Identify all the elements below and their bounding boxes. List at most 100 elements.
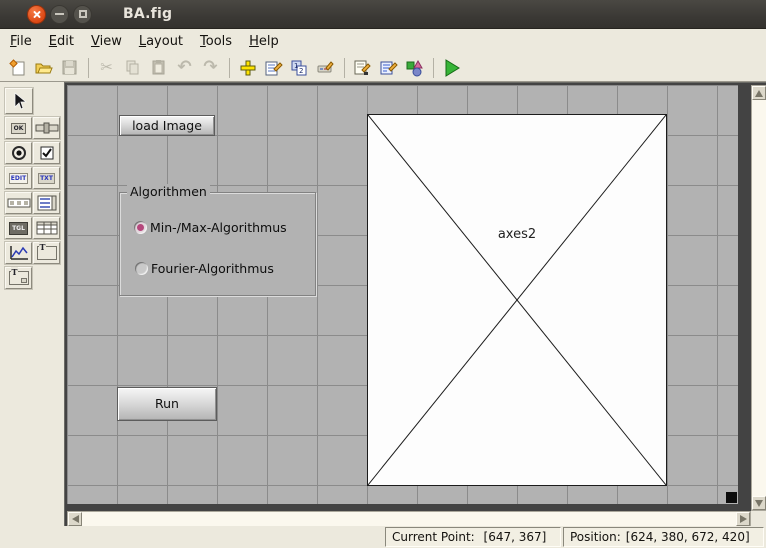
copy-button[interactable] (120, 56, 145, 80)
current-point-box: Current Point: [647, 367] (385, 527, 561, 547)
object-browser-button[interactable] (402, 56, 427, 80)
m-file-editor-button[interactable] (350, 56, 375, 80)
new-icon (9, 59, 27, 77)
save-figure-button[interactable] (57, 56, 82, 80)
copy-icon (124, 59, 141, 76)
select-arrow-icon (10, 91, 28, 111)
position-box: Position: [624, 380, 672, 420] (563, 527, 764, 547)
arrow-right-icon (740, 515, 747, 523)
menu-file[interactable]: File (10, 34, 32, 49)
arrow-up-icon (755, 90, 763, 97)
slider-icon (35, 121, 59, 135)
redo-icon: ↷ (203, 59, 217, 76)
radio-unselected-icon[interactable] (135, 262, 148, 275)
algorithms-panel[interactable]: Algorithmen Min-/Max-Algorithmus Fourier… (119, 192, 316, 296)
scrollbar-corner (751, 511, 766, 527)
palette-toggle-button[interactable]: TGL (5, 217, 32, 239)
toolbar-separator (433, 58, 434, 78)
figure-resize-handle[interactable] (726, 492, 737, 503)
palette-slider[interactable] (33, 117, 60, 139)
paste-icon (150, 59, 167, 76)
axes-cross-icon (368, 115, 666, 485)
current-point-label: Current Point: (392, 530, 479, 544)
paste-button[interactable] (146, 56, 171, 80)
scroll-down-button[interactable] (752, 496, 766, 510)
run-button[interactable] (439, 56, 464, 80)
toggle-button-icon: TGL (9, 222, 28, 235)
axes-label: axes2 (368, 227, 666, 242)
minimize-icon (55, 13, 64, 15)
maximize-icon (79, 10, 87, 18)
svg-text:1: 1 (294, 62, 298, 70)
window-title: BA.fig (123, 6, 172, 22)
horizontal-scrollbar[interactable] (67, 511, 751, 527)
check-box-icon (38, 144, 56, 162)
palette-check-box[interactable] (33, 142, 60, 164)
palette-edit-text[interactable]: EDIT (5, 167, 32, 189)
scroll-left-button[interactable] (68, 512, 82, 526)
menubar: File Edit View Layout Tools Help (0, 29, 766, 54)
load-image-button[interactable]: load Image (119, 115, 215, 136)
menu-help[interactable]: Help (249, 34, 279, 49)
menu-editor-icon (264, 59, 283, 77)
undo-button[interactable]: ↶ (172, 56, 197, 80)
undo-icon: ↶ (177, 59, 191, 76)
palette-button-group[interactable]: T (5, 267, 32, 289)
radio-fourier[interactable]: Fourier-Algorithmus (135, 261, 274, 276)
position-value: [624, 380, 672, 420] (626, 530, 750, 544)
position-label: Position: (570, 530, 621, 544)
menu-tools[interactable]: Tools (200, 34, 232, 49)
cut-icon: ✂ (100, 60, 113, 75)
menu-edit[interactable]: Edit (49, 34, 74, 49)
property-inspector-button[interactable] (376, 56, 401, 80)
tab-order-editor-button[interactable]: 12 (287, 56, 312, 80)
redo-button[interactable]: ↷ (198, 56, 223, 80)
palette-panel[interactable]: T (33, 242, 60, 264)
palette-radio-button[interactable] (5, 142, 32, 164)
open-figure-button[interactable] (31, 56, 56, 80)
axes2-placeholder[interactable]: axes2 (367, 114, 667, 486)
menu-view[interactable]: View (91, 34, 122, 49)
svg-text:2: 2 (299, 67, 303, 75)
scroll-up-button[interactable] (752, 86, 766, 100)
close-button[interactable] (27, 5, 46, 24)
vertical-scrollbar[interactable] (751, 85, 766, 511)
m-file-editor-icon (353, 59, 372, 77)
edit-text-icon: EDIT (9, 173, 28, 184)
cut-button[interactable]: ✂ (94, 56, 119, 80)
pop-up-menu-icon (7, 196, 31, 210)
radio-minmax[interactable]: Min-/Max-Algorithmus (134, 220, 287, 235)
menu-editor-button[interactable] (261, 56, 286, 80)
minimize-button[interactable] (50, 5, 69, 24)
toolbar-separator (344, 58, 345, 78)
close-icon (32, 10, 41, 19)
palette-static-text[interactable]: TXT (33, 167, 60, 189)
layout-area: load Image Algorithmen Min-/Max-Algorith… (64, 82, 766, 526)
titlebar: BA.fig (0, 0, 766, 29)
statusbar: Current Point: [647, 367] Position: [624… (0, 526, 766, 548)
save-icon (61, 59, 78, 76)
button-group-icon: T (9, 271, 29, 285)
listbox-icon (36, 194, 58, 212)
palette-push-button[interactable]: OK (5, 117, 32, 139)
palette-pop-up-menu[interactable] (5, 192, 32, 214)
object-browser-icon (405, 59, 424, 77)
scroll-right-button[interactable] (736, 512, 750, 526)
toolbar-editor-icon (316, 59, 335, 77)
palette-select[interactable] (5, 88, 33, 114)
maximize-button[interactable] (73, 5, 92, 24)
align-icon (239, 59, 257, 77)
toolbar-separator (229, 58, 230, 78)
figure-canvas[interactable]: load Image Algorithmen Min-/Max-Algorith… (67, 85, 738, 504)
run-push-button[interactable]: Run (117, 387, 217, 421)
current-point-value: [647, 367] (484, 530, 547, 544)
palette-axes[interactable] (5, 242, 32, 264)
align-objects-button[interactable] (235, 56, 260, 80)
radio-button-icon (10, 144, 28, 162)
palette-listbox[interactable] (33, 192, 60, 214)
palette-table[interactable] (33, 217, 60, 239)
toolbar-editor-button[interactable] (313, 56, 338, 80)
new-figure-button[interactable] (5, 56, 30, 80)
menu-layout[interactable]: Layout (139, 34, 183, 49)
radio-selected-icon[interactable] (134, 221, 147, 234)
